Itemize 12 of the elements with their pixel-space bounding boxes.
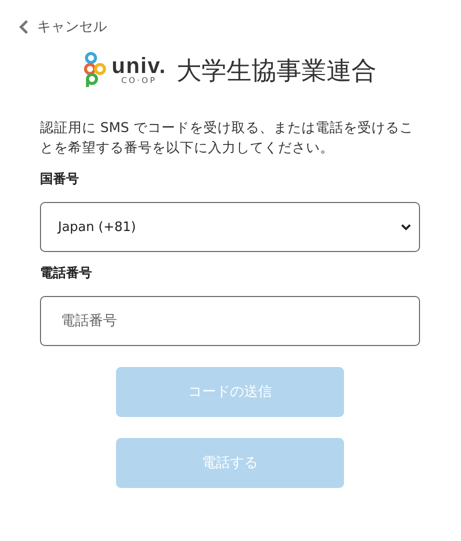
logo-subtext: CO·OP [121,77,157,85]
logo-circles-icon [84,52,106,88]
logo-name: 大学生協事業連合 [176,54,376,86]
country-select[interactable]: Japan (+81) [40,202,420,252]
chevron-down-icon [401,224,411,230]
phone-input[interactable]: 電話番号 [40,296,420,346]
logo-wordmark: univ. [112,55,166,77]
field-label: 電話番号 [40,265,93,282]
field-label: 国番号 [40,171,80,188]
chevron-left-icon [19,20,29,34]
instructions-text: 認証用に SMS でコードを受け取る、または電話を受けることを希望する番号を以下に入力してください。 [40,119,414,158]
cancel-link[interactable]: キャンセル [19,18,107,36]
